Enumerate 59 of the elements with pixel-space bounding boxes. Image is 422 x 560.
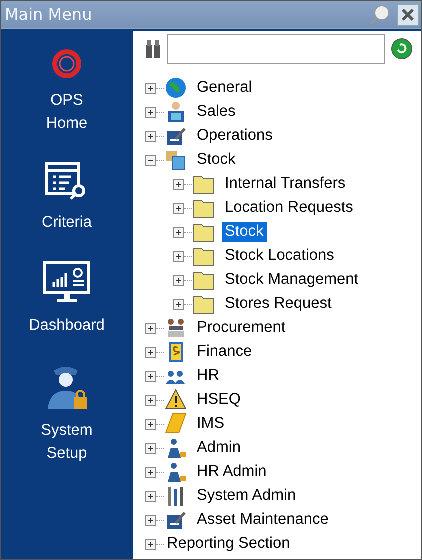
expander-icon[interactable] — [145, 106, 156, 118]
refresh-icon[interactable] — [391, 38, 413, 60]
expander-icon[interactable] — [145, 466, 156, 478]
tree-item[interactable]: HR Admin — [194, 462, 270, 482]
tree-item[interactable]: Location Requests — [222, 198, 356, 218]
admin-icon — [165, 437, 187, 459]
window-title: Main Menu — [5, 5, 94, 24]
tree-item[interactable]: Stock Locations — [222, 246, 338, 266]
tree-item[interactable]: Procurement — [194, 318, 289, 338]
tree-item[interactable]: System Admin — [194, 486, 300, 506]
tree-item[interactable]: General — [194, 78, 256, 98]
expander-icon[interactable] — [145, 370, 156, 382]
expander-icon[interactable] — [145, 514, 156, 526]
tree-item[interactable]: HSEQ — [194, 390, 244, 410]
tree-item[interactable]: Stores Request — [222, 294, 335, 314]
globe-icon — [165, 77, 187, 99]
edit-icon — [165, 509, 187, 531]
logo-icon — [50, 47, 84, 81]
tree-item[interactable]: Operations — [194, 126, 276, 146]
tree-item[interactable]: HR — [194, 366, 222, 386]
expander-icon[interactable] — [145, 82, 156, 94]
expander-icon[interactable] — [145, 322, 156, 334]
expander-icon[interactable] — [145, 130, 156, 142]
presenter-icon — [165, 101, 187, 123]
edit-icon — [165, 125, 187, 147]
search-field[interactable] — [167, 34, 385, 64]
expander-icon[interactable] — [145, 442, 156, 454]
expander-icon[interactable] — [145, 154, 156, 166]
warning-icon — [165, 389, 187, 411]
tree-item[interactable]: Admin — [194, 438, 244, 458]
expander-icon[interactable] — [173, 250, 184, 262]
tree-item[interactable]: Stock — [194, 150, 239, 170]
expander-icon[interactable] — [173, 226, 184, 238]
tree-item[interactable]: Reporting Section — [164, 534, 294, 554]
tree-item[interactable]: Asset Maintenance — [194, 510, 332, 530]
expander-icon[interactable] — [145, 418, 156, 430]
sidebar-item[interactable]: Criteria — [7, 161, 127, 234]
close-icon — [401, 8, 415, 22]
expander-icon[interactable] — [145, 346, 156, 358]
tree-item[interactable]: IMS — [194, 414, 228, 434]
sidebar-item[interactable]: OPS Home — [7, 47, 127, 135]
expander-icon[interactable] — [145, 394, 156, 406]
expander-icon[interactable] — [173, 274, 184, 286]
sidebar-item[interactable]: Dashboard — [7, 260, 127, 337]
tree-item[interactable]: Finance — [194, 342, 256, 362]
expander-icon[interactable] — [173, 298, 184, 310]
expander-icon[interactable] — [173, 202, 184, 214]
boxes-icon — [165, 149, 187, 171]
tree-item[interactable]: Internal Transfers — [222, 174, 349, 194]
expander-icon[interactable] — [173, 178, 184, 190]
tree-item[interactable]: Stock — [222, 222, 267, 242]
tree-item[interactable]: Stock Management — [222, 270, 362, 290]
tree-item[interactable]: Sales — [194, 102, 239, 122]
expander-icon[interactable] — [145, 538, 156, 550]
expander-icon[interactable] — [145, 490, 156, 502]
sidebar-item[interactable]: System Setup — [7, 363, 127, 465]
admin-icon — [165, 461, 187, 483]
close-button[interactable] — [397, 4, 419, 26]
binoculars-icon — [145, 39, 161, 59]
